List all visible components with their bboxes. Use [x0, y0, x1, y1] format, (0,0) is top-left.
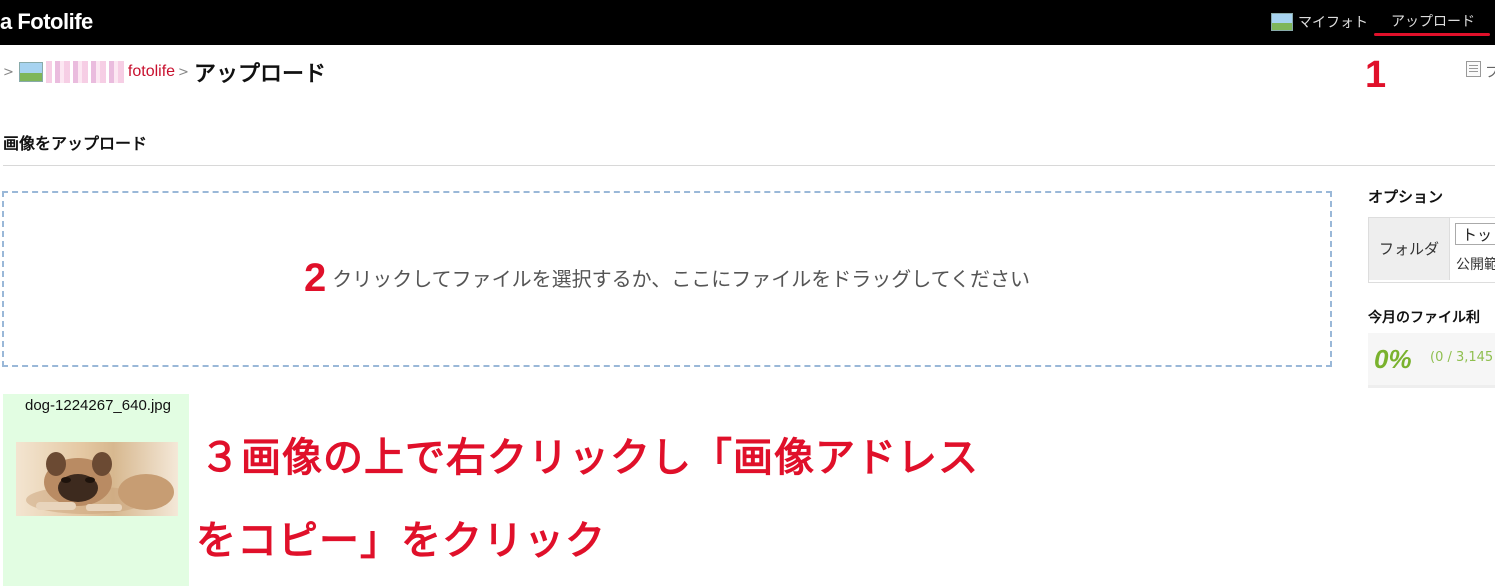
folder-label: フォルダ — [1369, 218, 1450, 280]
step-marker-1: 1 — [1365, 54, 1387, 96]
breadcrumb: > fotolife > アップロード — [0, 58, 326, 87]
drop-zone-text: クリックしてファイルを選択するか、ここにファイルをドラッグしてください — [332, 267, 1031, 291]
page-title: アップロード — [193, 62, 326, 87]
file-drop-zone[interactable]: 2 クリックしてファイルを選択するか、ここにファイルをドラッグしてください — [2, 191, 1332, 367]
breadcrumb-separator: > — [178, 64, 189, 80]
usage-quota: (0 / 3,145 — [1430, 350, 1494, 365]
list-icon[interactable] — [1466, 61, 1481, 77]
monthly-usage-heading: 今月のファイル利 — [1368, 310, 1480, 326]
usage-box: 0% (0 / 3,145 — [1368, 333, 1495, 388]
section-divider — [3, 165, 1495, 166]
public-range-label: 公開範 — [1456, 257, 1495, 273]
right-cut-link[interactable]: フ — [1485, 62, 1495, 82]
instruction-line-1: ３画像の上で右クリックし「画像アドレス — [200, 435, 979, 481]
upload-highlight-underline — [1374, 33, 1490, 36]
user-photo-icon — [18, 62, 43, 82]
drop-zone-content: 2 クリックしてファイルを選択するか、ここにファイルをドラッグしてください — [4, 256, 1330, 301]
my-photo-label: マイフォト — [1298, 15, 1368, 31]
options-table: フォルダ トッ 公開範 — [1368, 217, 1495, 283]
uploaded-image-card[interactable]: dog-1224267_640.jpg — [3, 394, 189, 586]
top-navigation-bar: a Fotolife マイフォト アップロード — [0, 0, 1495, 45]
step-marker-2: 2 — [303, 256, 327, 300]
folder-select[interactable]: トッ — [1455, 223, 1495, 245]
photo-icon — [1271, 13, 1293, 31]
instruction-line-2: をコピー」をクリック — [196, 518, 606, 564]
fotolife-logo[interactable]: a Fotolife — [0, 9, 93, 35]
blurred-username[interactable] — [45, 61, 124, 83]
breadcrumb-separator: > — [3, 64, 14, 80]
upload-link[interactable]: アップロード — [1391, 11, 1475, 33]
uploaded-image-thumbnail[interactable] — [16, 442, 178, 516]
usage-percent: 0% — [1374, 344, 1412, 374]
dog-photo-icon — [26, 452, 174, 514]
upload-section-heading: 画像をアップロード — [3, 134, 148, 153]
my-photo-link[interactable]: マイフォト — [1271, 11, 1368, 33]
breadcrumb-fotolife-link[interactable]: fotolife — [128, 63, 175, 81]
options-heading: オプション — [1368, 188, 1444, 206]
uploaded-filename: dog-1224267_640.jpg — [25, 397, 171, 414]
